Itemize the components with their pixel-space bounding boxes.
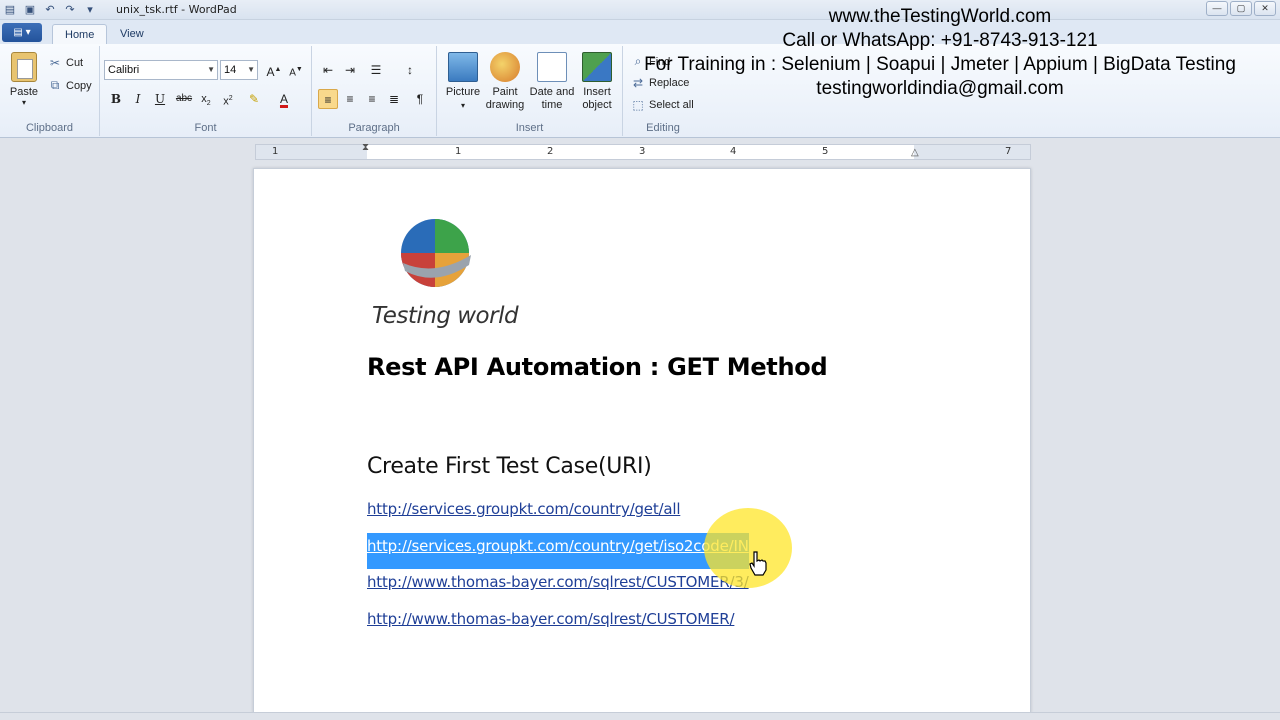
- copy-icon: ⧉: [50, 78, 60, 92]
- subscript-button[interactable]: x2: [196, 89, 216, 109]
- ruler-area: 1 1 2 3 4 5 7 ⧗ △: [0, 139, 1280, 166]
- document-subheading: Create First Test Case(URI): [367, 454, 652, 479]
- superscript-button[interactable]: x2: [218, 89, 238, 109]
- save-icon[interactable]: ▣: [22, 2, 38, 17]
- picture-button[interactable]: Picture ▾: [443, 52, 483, 112]
- insert-group: Picture ▾ Paint drawing Date and time In…: [437, 46, 623, 136]
- right-indent-marker-icon[interactable]: △: [911, 147, 919, 158]
- align-center-icon[interactable]: ≡: [340, 89, 360, 109]
- app-menu-icon[interactable]: ▤: [2, 2, 18, 17]
- align-right-icon[interactable]: ≡: [362, 89, 382, 109]
- clipboard-icon: [11, 52, 37, 82]
- increase-indent-icon[interactable]: ⇥: [340, 60, 360, 80]
- paste-label: Paste: [9, 86, 39, 98]
- tab-view[interactable]: View: [108, 24, 156, 44]
- watermark-email: testingworldindia@gmail.com: [816, 78, 1064, 99]
- ruler-label: 5: [822, 146, 829, 157]
- cut-label: Cut: [66, 57, 84, 69]
- watermark-phone: Call or WhatsApp: +91-8743-913-121: [782, 30, 1098, 51]
- copy-button[interactable]: ⧉ Copy: [48, 78, 92, 93]
- training-watermark: www.theTestingWorld.com Call or WhatsApp…: [600, 5, 1280, 101]
- ruler-label: 3: [639, 146, 646, 157]
- chevron-down-icon: ▼: [247, 65, 255, 74]
- tab-home[interactable]: Home: [52, 24, 108, 44]
- italic-button[interactable]: I: [128, 89, 148, 109]
- application-menu-button[interactable]: ▤ ▾: [2, 23, 42, 42]
- grow-font-button[interactable]: A▲: [264, 60, 284, 80]
- bold-button[interactable]: B: [106, 89, 126, 109]
- hand-cursor-icon: [749, 551, 767, 576]
- chevron-down-icon: ▼: [207, 65, 215, 74]
- palette-icon: [490, 52, 520, 82]
- paint-drawing-button[interactable]: Paint drawing: [483, 52, 527, 112]
- link-country-iso2code-selected[interactable]: http://services.groupkt.com/country/get/…: [367, 533, 749, 569]
- clipboard-group-label: Clipboard: [25, 122, 74, 134]
- paragraph-settings-icon[interactable]: ¶: [410, 89, 430, 109]
- link-country-all[interactable]: http://services.groupkt.com/country/get/…: [367, 500, 680, 518]
- ruler-label: 2: [547, 146, 554, 157]
- window-title: unix_tsk.rtf - WordPad: [116, 3, 237, 16]
- link-customer-3[interactable]: http://www.thomas-bayer.com/sqlrest/CUST…: [367, 573, 749, 591]
- logo-text: Testing world: [372, 303, 519, 329]
- ruler-right-margin: [914, 145, 1030, 159]
- indent-marker-icon[interactable]: ⧗: [362, 142, 369, 153]
- paste-button[interactable]: Paste ▾: [6, 52, 42, 107]
- date-time-button[interactable]: Date and time: [529, 52, 575, 112]
- align-left-icon[interactable]: ≡: [318, 89, 338, 109]
- line-spacing-icon[interactable]: ↕: [400, 60, 420, 80]
- customize-qat-icon[interactable]: ▾: [82, 2, 98, 17]
- ruler-label: 4: [730, 146, 737, 157]
- cut-button[interactable]: ✂ Cut: [48, 56, 83, 70]
- strikethrough-button[interactable]: abc: [174, 89, 194, 109]
- quick-access-toolbar: ▤ ▣ ↶ ↷ ▾: [2, 2, 98, 17]
- decrease-indent-icon[interactable]: ⇤: [318, 60, 338, 80]
- insert-group-label: Insert: [515, 122, 544, 134]
- horizontal-ruler[interactable]: 1 1 2 3 4 5 7 ⧗ △: [255, 142, 1031, 160]
- clipboard-group: Paste ▾ ✂ Cut ⧉ Copy Clipboard: [0, 46, 100, 136]
- paragraph-group: ⇤ ⇥ ☰ ↕ ≡ ≡ ≡ ≣ ¶ Paragraph: [312, 46, 437, 136]
- date-time-label: Date and time: [529, 86, 575, 111]
- testing-world-logo: [401, 219, 471, 287]
- paint-drawing-label: Paint drawing: [485, 86, 525, 111]
- picture-label: Picture: [445, 86, 481, 98]
- redo-icon[interactable]: ↷: [62, 2, 78, 17]
- scissors-icon: ✂: [49, 56, 61, 70]
- font-group: Calibri ▼ 14 ▼ A▲ A▼ B I U abc x2 x2 ✎ A…: [100, 46, 312, 136]
- font-family-value: Calibri: [108, 64, 140, 76]
- bullet-list-icon[interactable]: ☰: [366, 60, 386, 80]
- font-size-select[interactable]: 14 ▼: [220, 60, 258, 80]
- calendar-icon: [537, 52, 567, 82]
- font-group-label: Font: [194, 122, 217, 134]
- highlight-pen-icon[interactable]: ✎: [244, 89, 264, 109]
- ruler-label: 1: [272, 146, 279, 157]
- font-family-select[interactable]: Calibri ▼: [104, 60, 218, 80]
- watermark-website: www.theTestingWorld.com: [828, 6, 1052, 27]
- shrink-font-button[interactable]: A▼: [286, 60, 306, 80]
- status-bar: [0, 712, 1280, 720]
- editing-group-label: Editing: [646, 122, 680, 134]
- undo-icon[interactable]: ↶: [42, 2, 58, 17]
- underline-button[interactable]: U: [150, 89, 170, 109]
- watermark-courses: For Training in : Selenium | Soapui | Jm…: [644, 54, 1236, 75]
- justify-icon[interactable]: ≣: [384, 89, 404, 109]
- cursor-highlight: [704, 508, 792, 588]
- document-page[interactable]: Testing world Rest API Automation : GET …: [253, 168, 1031, 713]
- copy-label: Copy: [66, 79, 92, 92]
- font-size-value: 14: [224, 64, 237, 76]
- document-heading: Rest API Automation : GET Method: [367, 353, 828, 381]
- font-color-button[interactable]: A: [274, 89, 294, 109]
- picture-icon: [448, 52, 478, 82]
- ruler-label: 7: [1005, 146, 1012, 157]
- ruler-label: 1: [455, 146, 462, 157]
- link-customer[interactable]: http://www.thomas-bayer.com/sqlrest/CUST…: [367, 610, 735, 628]
- paragraph-group-label: Paragraph: [348, 122, 400, 134]
